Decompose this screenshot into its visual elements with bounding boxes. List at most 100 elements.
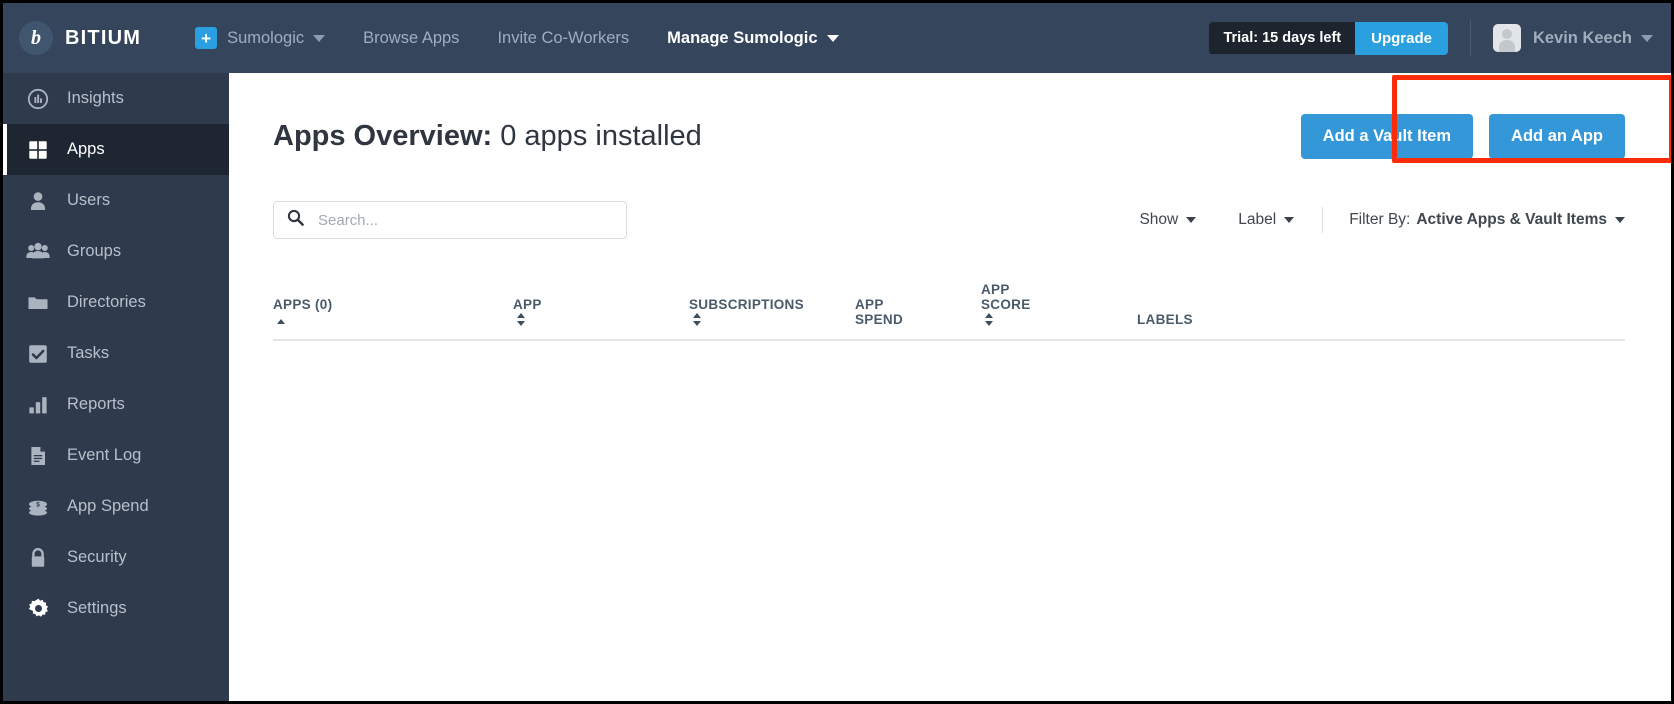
show-dropdown-label: Show [1139,211,1178,229]
sidebar-item-users[interactable]: Users [3,175,229,226]
nav-tenant-switcher[interactable]: + Sumologic [195,27,325,49]
sort-icon [517,313,526,326]
document-icon [25,443,51,469]
search-input[interactable] [273,201,627,239]
apps-table-wrapper: APPS (0) APP SUBSCRIPTIONS APP SPEN [229,267,1671,341]
sidebar-item-label: Event Log [67,446,141,465]
divider [1322,207,1323,233]
brand[interactable]: b BITIUM [19,21,141,55]
sidebar-item-label: Reports [67,395,125,414]
chevron-down-icon [1641,35,1653,42]
table-header-row: APPS (0) APP SUBSCRIPTIONS APP SPEN [273,267,1625,340]
sidebar-item-label: Apps [67,140,105,159]
page-header: Apps Overview: 0 apps installed Add a Va… [229,73,1671,169]
page-title: Apps Overview: 0 apps installed [273,120,702,153]
add-an-app-button[interactable]: Add an App [1489,114,1625,159]
filter-by-value: Active Apps & Vault Items [1416,211,1607,229]
page-title-light: 0 apps installed [492,120,702,152]
column-header-labels[interactable]: LABELS [1137,267,1625,340]
bitium-apps-overview-window: b BITIUM + Sumologic Browse Apps Invite … [0,0,1674,704]
top-navigation-bar: b BITIUM + Sumologic Browse Apps Invite … [3,3,1671,73]
chevron-down-icon [1284,217,1294,223]
sidebar-item-insights[interactable]: Insights [3,73,229,124]
sidebar-item-reports[interactable]: Reports [3,379,229,430]
divider [1470,20,1471,56]
sidebar-item-label: Directories [67,293,146,312]
sort-ascending-icon [277,319,286,326]
column-header-label: LABELS [1137,312,1193,327]
column-header-app-score[interactable]: APP SCORE [981,267,1137,340]
column-header-label: APP SPEND [855,297,903,327]
trial-status-badge: Trial: 15 days left [1209,22,1355,54]
column-header-app[interactable]: APP [513,267,689,340]
column-header-subscriptions[interactable]: SUBSCRIPTIONS [689,267,855,340]
sidebar-item-app-spend[interactable]: $ App Spend [3,481,229,532]
sidebar: Insights Apps Users [3,73,229,701]
sidebar-item-label: Groups [67,242,121,261]
main-content: Apps Overview: 0 apps installed Add a Va… [229,73,1671,701]
column-header-app-spend[interactable]: APP SPEND [855,267,981,340]
folder-icon [25,290,51,316]
checkbox-icon [25,341,51,367]
bitium-logo-icon: b [19,21,53,55]
lock-icon [25,545,51,571]
user-icon [25,188,51,214]
page-title-bold: Apps Overview: [273,120,492,152]
trial-pill: Trial: 15 days left Upgrade [1209,22,1448,55]
avatar [1493,24,1521,52]
add-a-vault-item-button[interactable]: Add a Vault Item [1301,114,1473,159]
user-name: Kevin Keech [1533,29,1632,48]
chevron-down-icon [313,35,325,42]
sidebar-item-groups[interactable]: Groups [3,226,229,277]
toolbar-right-group: Show Label Filter By: Active Apps & Vaul… [1097,207,1625,233]
chevron-down-icon [1186,217,1196,223]
label-dropdown[interactable]: Label [1238,211,1294,229]
gear-icon [25,596,51,622]
sidebar-item-label: Security [67,548,127,567]
filter-by-dropdown[interactable]: Filter By: Active Apps & Vault Items [1349,211,1625,229]
sidebar-item-label: Insights [67,89,124,108]
nav-item-invite-co-workers[interactable]: Invite Co-Workers [497,29,629,48]
filter-by-prefix: Filter By: [1349,211,1410,229]
column-header-label: APPS (0) [273,297,332,312]
svg-text:$: $ [36,501,40,508]
top-nav-right-group: Trial: 15 days left Upgrade Kevin Keech [1209,20,1653,56]
chevron-down-icon [827,35,839,42]
sidebar-item-label: Tasks [67,344,109,363]
nav-item-manage-sumologic[interactable]: Manage Sumologic [667,29,838,48]
sort-icon [985,313,994,326]
column-header-apps-count[interactable]: APPS (0) [273,267,513,340]
user-menu[interactable]: Kevin Keech [1493,24,1653,52]
sidebar-item-apps[interactable]: Apps [3,124,229,175]
sidebar-item-label: App Spend [67,497,149,516]
sort-icon [693,313,702,326]
nav-tenant-label: Sumologic [227,29,304,48]
apps-table-head: APPS (0) APP SUBSCRIPTIONS APP SPEN [273,267,1625,340]
nav-item-label: Manage Sumologic [667,29,817,48]
sidebar-item-security[interactable]: Security [3,532,229,583]
search-field-wrapper [273,201,627,239]
table-toolbar: Show Label Filter By: Active Apps & Vaul… [229,169,1671,239]
upgrade-button[interactable]: Upgrade [1355,22,1448,55]
group-icon [25,239,51,265]
nav-item-label: Invite Co-Workers [497,29,629,48]
insights-icon [25,86,51,112]
primary-nav: + Sumologic Browse Apps Invite Co-Worker… [195,27,876,49]
bar-chart-icon [25,392,51,418]
show-dropdown[interactable]: Show [1139,211,1196,229]
apps-grid-icon [25,137,51,163]
label-dropdown-label: Label [1238,211,1276,229]
sidebar-item-directories[interactable]: Directories [3,277,229,328]
chevron-down-icon [1615,217,1625,223]
coins-icon: $ [25,494,51,520]
nav-item-label: Browse Apps [363,29,459,48]
column-header-label: SUBSCRIPTIONS [689,297,804,312]
sidebar-item-event-log[interactable]: Event Log [3,430,229,481]
sidebar-item-label: Settings [67,599,127,618]
page-header-actions: Add a Vault Item Add an App [1301,114,1625,159]
nav-item-browse-apps[interactable]: Browse Apps [363,29,459,48]
column-header-label: APP [513,297,542,312]
plus-icon: + [195,27,217,49]
sidebar-item-tasks[interactable]: Tasks [3,328,229,379]
sidebar-item-settings[interactable]: Settings [3,583,229,634]
